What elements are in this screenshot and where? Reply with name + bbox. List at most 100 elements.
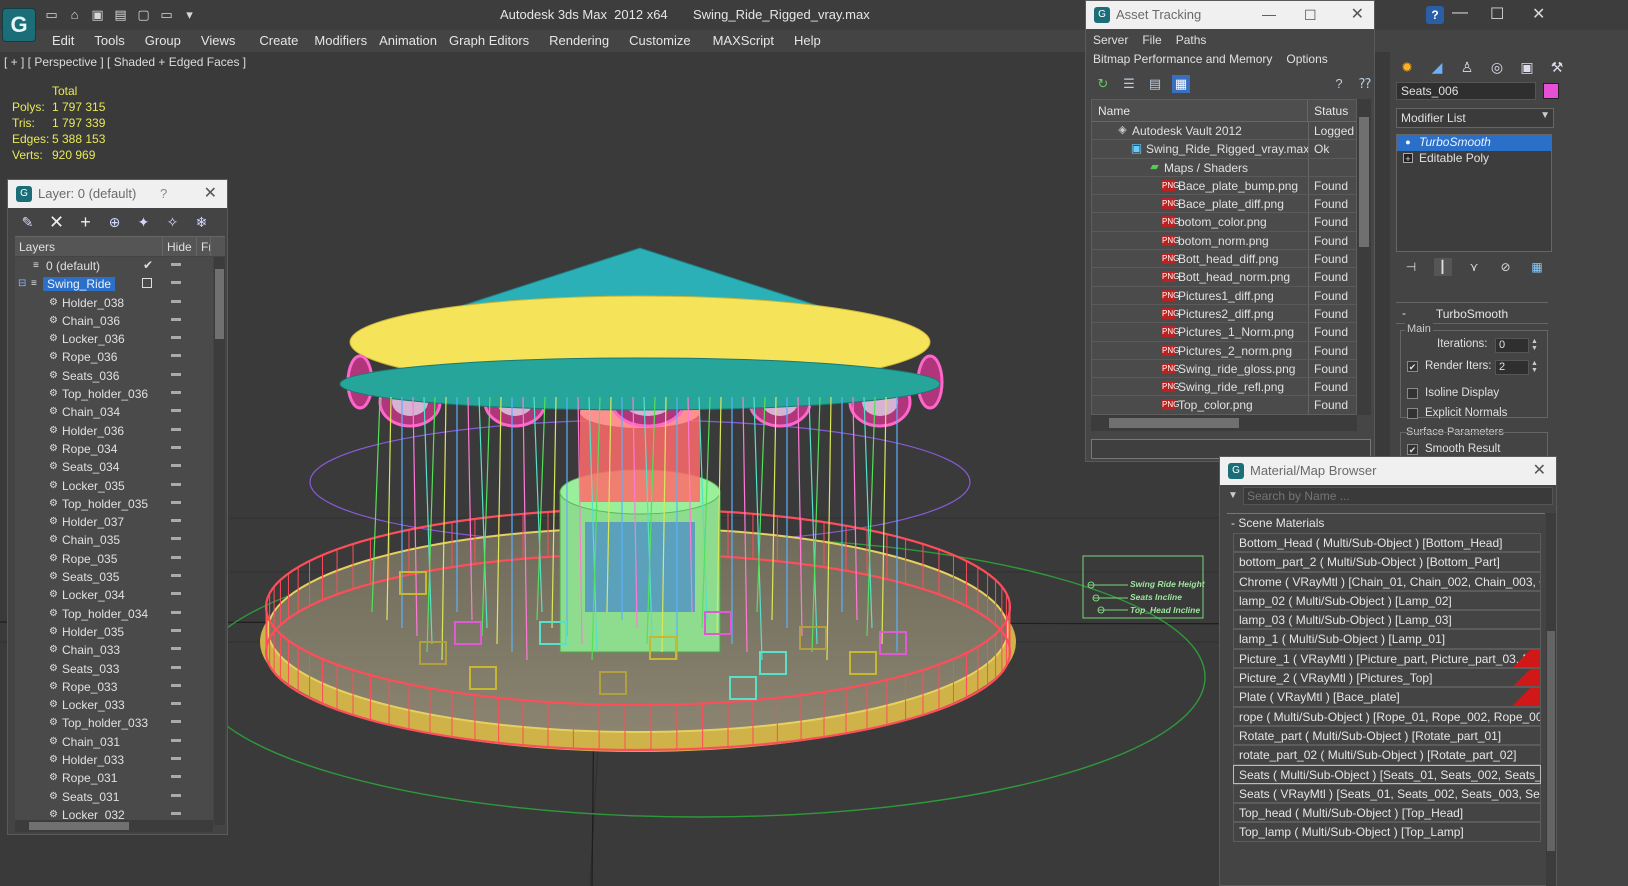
make-unique-icon[interactable]: ⋎ xyxy=(1465,258,1483,276)
configure-sets-icon[interactable]: ▦ xyxy=(1528,258,1546,276)
menu-bitmap-performance[interactable]: Bitmap Performance and Memory xyxy=(1093,52,1272,66)
maximize-icon[interactable]: ☐ xyxy=(1490,4,1504,24)
hide-toggle-icon[interactable]: ▬ xyxy=(171,478,181,489)
scroll-thumb[interactable] xyxy=(215,269,224,339)
scroll-thumb[interactable] xyxy=(1547,631,1555,851)
add-to-layer-icon[interactable]: + xyxy=(74,212,97,232)
modify-tab-icon[interactable]: ◢ xyxy=(1426,56,1448,78)
hide-toggle-icon[interactable]: ▬ xyxy=(171,551,181,562)
layer-help-icon[interactable]: ? xyxy=(160,180,167,208)
help-icon[interactable]: ? xyxy=(1330,75,1348,93)
maximize-icon[interactable]: ☐ xyxy=(1304,1,1317,29)
layer-row[interactable]: ⚙ Rope_036 ▬ xyxy=(15,348,213,366)
create-tab-icon[interactable]: ✹ xyxy=(1396,56,1418,78)
hide-toggle-icon[interactable]: ▬ xyxy=(171,752,181,763)
delete-layer-icon[interactable]: ✕ xyxy=(45,212,68,232)
display-tab-icon[interactable]: ▣ xyxy=(1516,56,1538,78)
hide-toggle-icon[interactable]: ▬ xyxy=(171,697,181,708)
asset-row[interactable]: PNG Pictures_2_norm.png Found xyxy=(1092,341,1356,360)
scroll-thumb[interactable] xyxy=(1109,418,1239,428)
hide-toggle-icon[interactable]: ▬ xyxy=(171,459,181,470)
menu-group[interactable]: Group xyxy=(145,30,201,52)
object-color-swatch[interactable] xyxy=(1543,83,1559,99)
hide-toggle-icon[interactable]: ▬ xyxy=(171,404,181,415)
hide-toggle-icon[interactable]: ▬ xyxy=(171,587,181,598)
layer-row[interactable]: ⚙ Seats_033 ▬ xyxy=(15,660,213,678)
create-layer-icon[interactable]: ✎ xyxy=(16,212,39,232)
asset-horizontal-scrollbar[interactable] xyxy=(1091,415,1357,431)
menu-file[interactable]: File xyxy=(1142,33,1161,47)
asset-row[interactable]: PNG Pictures1_diff.png Found xyxy=(1092,286,1356,305)
hide-toggle-icon[interactable]: ▬ xyxy=(171,514,181,525)
new-file-icon[interactable]: ▭ xyxy=(42,6,61,24)
current-layer-check-icon[interactable]: ✔ xyxy=(143,258,153,272)
menu-customize[interactable]: Customize xyxy=(629,30,712,52)
scroll-thumb[interactable] xyxy=(29,822,129,830)
hide-toggle-icon[interactable]: ▬ xyxy=(171,423,181,434)
asset-row[interactable]: PNG Pictures2_diff.png Found xyxy=(1092,304,1356,324)
hide-toggle-icon[interactable]: ▬ xyxy=(171,734,181,745)
list-view-icon[interactable]: ☰ xyxy=(1120,75,1138,93)
layer-row[interactable]: ⚙ Rope_034 ▬ xyxy=(15,440,213,458)
layer-row[interactable]: ⚙ Rope_035 ▬ xyxy=(15,550,213,568)
object-name-field[interactable]: Seats_006 xyxy=(1396,82,1536,100)
menu-rendering[interactable]: Rendering xyxy=(549,30,629,52)
column-layers[interactable]: Layers xyxy=(15,237,163,256)
close-icon[interactable]: ✕ xyxy=(1351,1,1364,29)
hide-toggle-icon[interactable]: ▬ xyxy=(171,386,181,397)
render-iters-spinner[interactable]: 2 xyxy=(1495,360,1529,375)
isoline-checkbox[interactable] xyxy=(1407,388,1418,399)
help-icon[interactable]: ? xyxy=(1426,6,1444,24)
table-view-icon[interactable]: ▦ xyxy=(1172,75,1190,93)
hide-toggle-icon[interactable]: ▬ xyxy=(171,606,181,617)
material-row[interactable]: lamp_02 ( Multi/Sub-Object ) [Lamp_02] xyxy=(1233,590,1541,611)
plus-icon[interactable]: + xyxy=(1403,153,1413,164)
asset-row[interactable]: PNG Top_color.png Found xyxy=(1092,396,1356,414)
stack-item-turbosmooth[interactable]: ● TurboSmooth xyxy=(1397,135,1551,151)
layer-row[interactable]: ⚙ Holder_038 ▬ xyxy=(15,294,213,312)
asset-row[interactable]: PNG Bott_head_diff.png Found xyxy=(1092,250,1356,269)
material-vertical-scrollbar[interactable] xyxy=(1546,513,1556,886)
menu-graph-editors[interactable]: Graph Editors xyxy=(449,30,549,52)
menu-modifiers[interactable]: Modifiers xyxy=(314,30,379,52)
utilities-tab-icon[interactable]: ⚒ xyxy=(1546,56,1568,78)
layer-row[interactable]: ⚙ Chain_031 ▬ xyxy=(15,733,213,751)
asset-row[interactable]: PNG Pictures_1_Norm.png Found xyxy=(1092,323,1356,342)
show-end-result-icon[interactable]: ┃ xyxy=(1433,258,1452,276)
highlight-layer-icon[interactable]: ✦ xyxy=(132,212,155,232)
layer-row[interactable]: ⚙ Locker_034 ▬ xyxy=(15,586,213,604)
hide-toggle-icon[interactable]: ▬ xyxy=(171,807,181,818)
layer-row[interactable]: ⚙ Chain_035 ▬ xyxy=(15,531,213,549)
close-icon[interactable]: ✕ xyxy=(1532,4,1545,24)
hide-toggle-icon[interactable]: ▬ xyxy=(171,496,181,507)
asset-row[interactable]: ▰ Maps / Shaders xyxy=(1092,158,1356,177)
close-icon[interactable]: ✕ xyxy=(204,180,217,208)
asset-tracking-titlebar[interactable]: G Asset Tracking — ☐ ✕ xyxy=(1086,1,1374,29)
hide-toggle-icon[interactable]: ▬ xyxy=(171,349,181,360)
explicit-normals-checkbox[interactable] xyxy=(1407,408,1418,419)
app-logo[interactable]: G xyxy=(2,8,36,42)
spinner-arrows-icon[interactable]: ▲ ▼ xyxy=(1531,360,1538,374)
pin-stack-icon[interactable]: ⊣ xyxy=(1402,258,1420,276)
material-row[interactable]: Seats ( VRayMtl ) [Seats_01, Seats_002, … xyxy=(1233,783,1541,804)
asset-vertical-scrollbar[interactable] xyxy=(1357,99,1371,415)
hide-toggle-icon[interactable]: ▬ xyxy=(171,368,181,379)
layer-row[interactable]: ⚙ Locker_033 ▬ xyxy=(15,696,213,714)
modifier-list-dropdown[interactable]: Modifier List ▼ xyxy=(1396,108,1554,128)
material-browser-titlebar[interactable]: G Material/Map Browser ✕ xyxy=(1220,457,1556,485)
hide-toggle-icon[interactable]: ▬ xyxy=(171,789,181,800)
layer-row[interactable]: ⚙ Locker_035 ▬ xyxy=(15,477,213,495)
layer-row[interactable]: ⚙ Seats_034 ▬ xyxy=(15,458,213,476)
column-freeze[interactable]: Fr xyxy=(197,237,211,256)
menu-options[interactable]: Options xyxy=(1286,52,1327,66)
turbosmooth-rollout-header[interactable]: - TurboSmooth xyxy=(1396,302,1548,324)
search-input[interactable] xyxy=(1243,487,1553,505)
hide-toggle-icon[interactable]: ▬ xyxy=(171,642,181,653)
hide-toggle-icon[interactable]: ▬ xyxy=(171,661,181,672)
hide-toggle-icon[interactable]: ▬ xyxy=(171,569,181,580)
minimize-icon[interactable]: — xyxy=(1452,4,1468,22)
material-row[interactable]: Chrome ( VRayMtl ) [Chain_01, Chain_002,… xyxy=(1233,571,1541,591)
layer-row[interactable]: ⚙ Holder_035 ▬ xyxy=(15,623,213,641)
scroll-thumb[interactable] xyxy=(1359,117,1369,247)
material-row[interactable]: Rotate_part ( Multi/Sub-Object ) [Rotate… xyxy=(1233,725,1541,746)
